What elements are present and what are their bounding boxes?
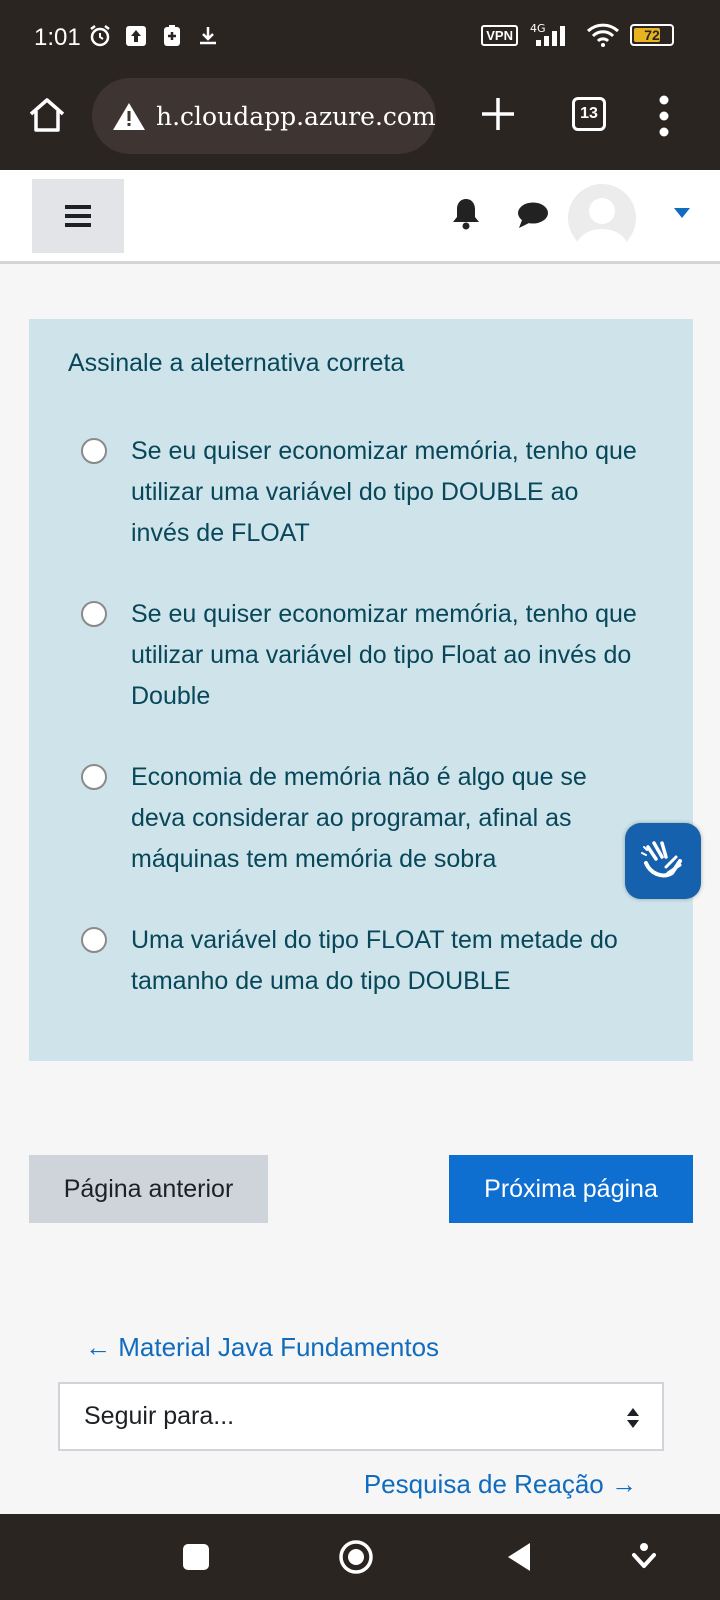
jump-to-selected-value: Seguir para... — [84, 1402, 235, 1430]
status-bar: 1:01 VPN 4G 72 — [0, 0, 720, 70]
bell-icon[interactable] — [450, 196, 482, 230]
battery-icon: 72 — [630, 24, 674, 46]
battery-percent: 72 — [644, 27, 660, 43]
chat-icon[interactable] — [516, 200, 550, 230]
square-icon[interactable] — [178, 1539, 214, 1575]
answer-option[interactable]: Uma variável do tipo FLOAT tem metade do… — [81, 920, 643, 1002]
vpn-badge: VPN — [481, 24, 518, 46]
plus-icon[interactable] — [478, 94, 518, 134]
circle-icon[interactable] — [338, 1539, 374, 1575]
warning-icon[interactable] — [112, 101, 146, 131]
radio-button[interactable] — [81, 927, 107, 953]
next-page-button[interactable]: Próxima página — [449, 1155, 693, 1223]
back-icon[interactable] — [502, 1539, 538, 1575]
answer-option-label[interactable]: Economia de memória não é algo que se de… — [131, 757, 643, 880]
battery-saver-icon — [164, 25, 180, 46]
alarm-icon — [90, 25, 110, 47]
system-nav-bar — [0, 1514, 720, 1600]
app-navbar — [0, 170, 720, 264]
previous-activity-link[interactable]: ← Material Java Fundamentos — [85, 1332, 439, 1363]
home-icon[interactable] — [26, 94, 68, 136]
radio-button[interactable] — [81, 438, 107, 464]
hamburger-icon — [65, 205, 91, 227]
status-right-icons: VPN 4G 72 — [481, 22, 674, 48]
status-time: 1:01 — [34, 24, 81, 51]
download-icon — [200, 27, 216, 45]
url-text[interactable]: h.cloudapp.azure.com — [156, 102, 436, 131]
network-type: 4G — [530, 22, 546, 35]
caret-down-icon[interactable] — [674, 208, 690, 218]
answer-option[interactable]: Se eu quiser economizar memória, tenho q… — [81, 431, 643, 554]
keyboard-down-icon[interactable] — [626, 1539, 662, 1575]
avatar[interactable] — [568, 184, 636, 252]
browser-toolbar: h.cloudapp.azure.com 13 — [0, 70, 720, 170]
select-arrows-icon — [627, 1408, 639, 1428]
answer-option-label[interactable]: Se eu quiser economizar memória, tenho q… — [131, 594, 643, 717]
drawer-toggle-button[interactable] — [32, 179, 124, 253]
status-icons — [88, 24, 220, 48]
radio-button[interactable] — [81, 764, 107, 790]
question-card: Assinale a aleternativa correta Se eu qu… — [29, 319, 693, 1061]
address-bar[interactable]: h.cloudapp.azure.com — [92, 78, 436, 154]
answer-option[interactable]: Se eu quiser economizar memória, tenho q… — [81, 594, 643, 717]
avatar-icon — [577, 198, 627, 252]
wifi-icon — [586, 23, 620, 47]
answer-option[interactable]: Economia de memória não é algo que se de… — [81, 757, 643, 880]
radio-button[interactable] — [81, 601, 107, 627]
jump-to-select[interactable]: Seguir para... — [58, 1382, 664, 1451]
signal-icon: 4G — [530, 22, 565, 46]
next-activity-link[interactable]: Pesquisa de Reação → — [364, 1469, 637, 1500]
previous-page-button[interactable]: Página anterior — [29, 1155, 268, 1223]
sign-language-icon — [641, 841, 682, 878]
tab-switcher-button[interactable]: 13 — [572, 97, 606, 131]
answer-option-label[interactable]: Uma variável do tipo FLOAT tem metade do… — [131, 920, 643, 1002]
answer-option-label[interactable]: Se eu quiser economizar memória, tenho q… — [131, 431, 643, 554]
upload-icon — [126, 26, 146, 46]
sign-language-button[interactable] — [625, 823, 701, 899]
more-icon[interactable] — [654, 94, 674, 138]
question-text: Assinale a aleternativa correta — [68, 349, 405, 377]
